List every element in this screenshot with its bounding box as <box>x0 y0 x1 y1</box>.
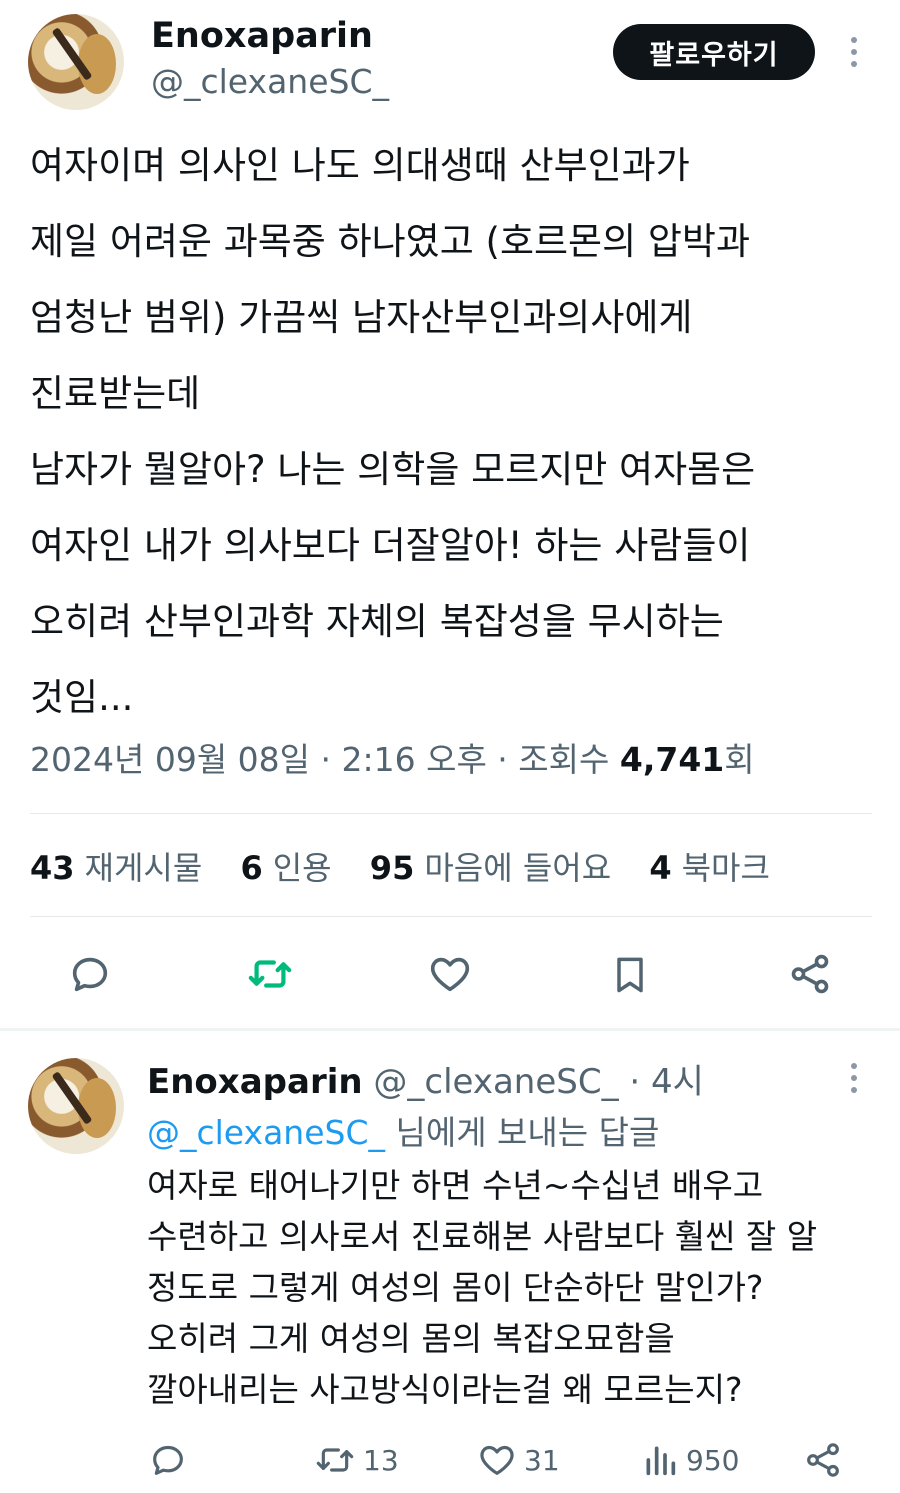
reply-icon <box>153 1445 183 1475</box>
bookmark-button[interactable] <box>608 951 652 999</box>
view-count: 4,741 <box>619 740 725 779</box>
reply-header: Enoxaparin @_clexaneSC_ · 4시 <box>147 1054 704 1103</box>
follow-button[interactable]: 팔로우하기 <box>613 24 815 80</box>
share-icon <box>807 1443 839 1477</box>
author-handle[interactable]: @_clexaneSC_ <box>151 62 389 101</box>
author-name[interactable]: Enoxaparin <box>151 16 373 56</box>
stat-bookmarks[interactable]: 4 북마크 <box>649 849 770 887</box>
reply-author-handle[interactable]: @_clexaneSC_ <box>373 1062 618 1102</box>
share-icon <box>791 954 829 994</box>
repost-button[interactable] <box>246 951 294 997</box>
share-button[interactable] <box>787 951 833 997</box>
reply-reply-button[interactable] <box>148 1440 194 1480</box>
like-button[interactable] <box>426 951 474 997</box>
reply-repost-button[interactable]: 13 <box>313 1440 399 1480</box>
reply-more-options-icon[interactable] <box>847 1063 861 1093</box>
replying-suffix: 님에게 보내는 답글 <box>385 1113 660 1152</box>
repost-icon <box>316 1448 354 1472</box>
like-icon <box>430 957 470 992</box>
tweet-text: 여자이며 의사인 나도 의대생때 산부인과가 제일 어려운 과목중 하나였고 (… <box>30 144 756 719</box>
reply-icon <box>72 957 108 992</box>
tweet-datetime[interactable]: 2024년 09월 08일 · 2:16 오후 · 조회수 <box>30 740 620 779</box>
view-count-reply: 950 <box>686 1443 740 1477</box>
author-avatar[interactable] <box>28 14 124 110</box>
repost-icon <box>248 960 292 988</box>
repost-count: 13 <box>363 1443 399 1477</box>
reply-like-button[interactable]: 31 <box>476 1440 560 1480</box>
reply-author-name[interactable]: Enoxaparin <box>147 1062 363 1102</box>
reply-time[interactable]: · 4시 <box>629 1062 704 1102</box>
replying-to: @_clexaneSC_ 님에게 보내는 답글 <box>147 1106 659 1154</box>
views-icon <box>646 1446 676 1476</box>
divider <box>30 813 872 814</box>
divider <box>30 916 872 917</box>
reply-share-button[interactable] <box>803 1440 843 1480</box>
bookmark-icon <box>617 957 643 993</box>
like-icon <box>480 1445 514 1475</box>
reply-text: 여자로 태어나기만 하면 수년~수십년 배우고 수련하고 의사로서 진료해본 사… <box>147 1166 818 1409</box>
more-options-icon[interactable] <box>847 37 861 67</box>
section-divider <box>0 1028 900 1031</box>
stat-likes[interactable]: 95 마음에 들어요 <box>370 849 611 887</box>
reply-button[interactable] <box>67 951 113 997</box>
stat-quotes[interactable]: 6 인용 <box>240 849 331 887</box>
like-count: 31 <box>524 1443 560 1477</box>
tweet-meta: 2024년 09월 08일 · 2:16 오후 · 조회수 4,741회 <box>30 733 755 781</box>
reply-views-button[interactable]: 950 <box>640 1440 739 1480</box>
reply-author-avatar[interactable] <box>28 1058 124 1154</box>
replying-mention[interactable]: @_clexaneSC_ <box>147 1113 385 1152</box>
view-suffix: 회 <box>724 740 755 779</box>
stat-reposts[interactable]: 43 재게시물 <box>30 849 202 887</box>
engagement-stats: 43 재게시물 6 인용 95 마음에 들어요 4 북마크 <box>30 843 798 889</box>
